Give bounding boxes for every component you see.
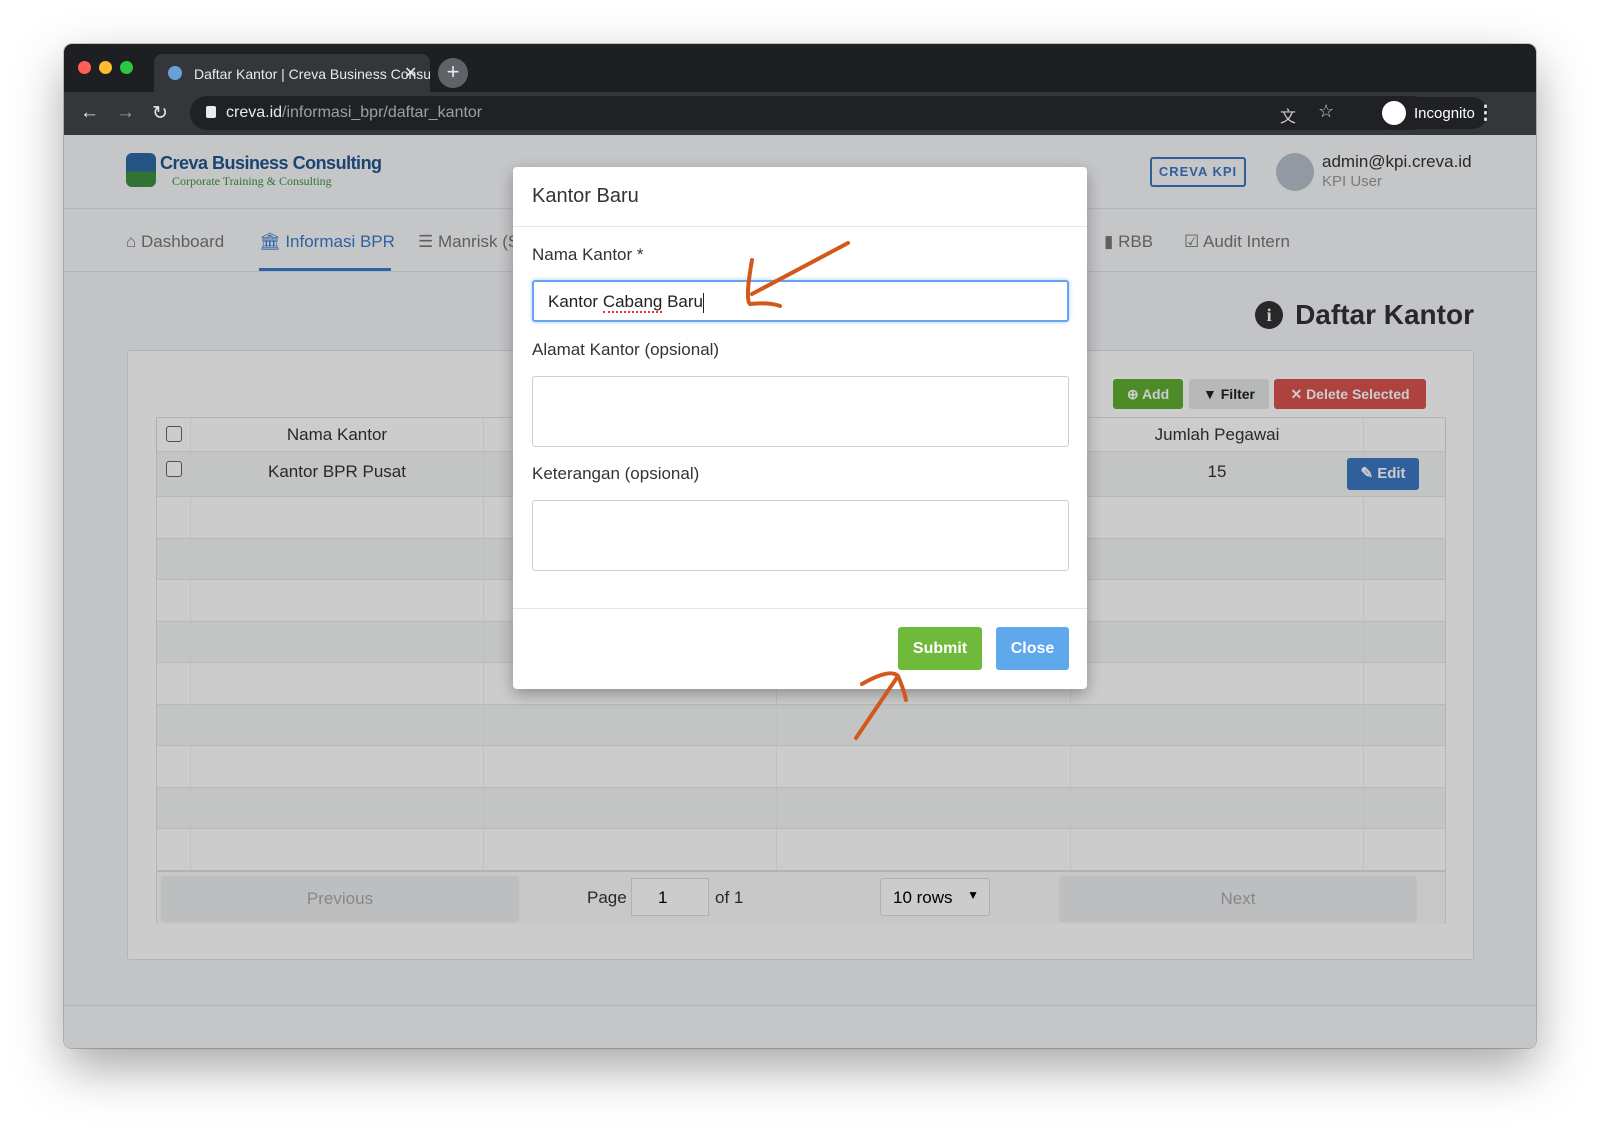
annotation-arrow-to-input [745, 241, 850, 308]
annotation-arrow-to-submit [854, 671, 908, 740]
annotation-layer [745, 241, 908, 740]
